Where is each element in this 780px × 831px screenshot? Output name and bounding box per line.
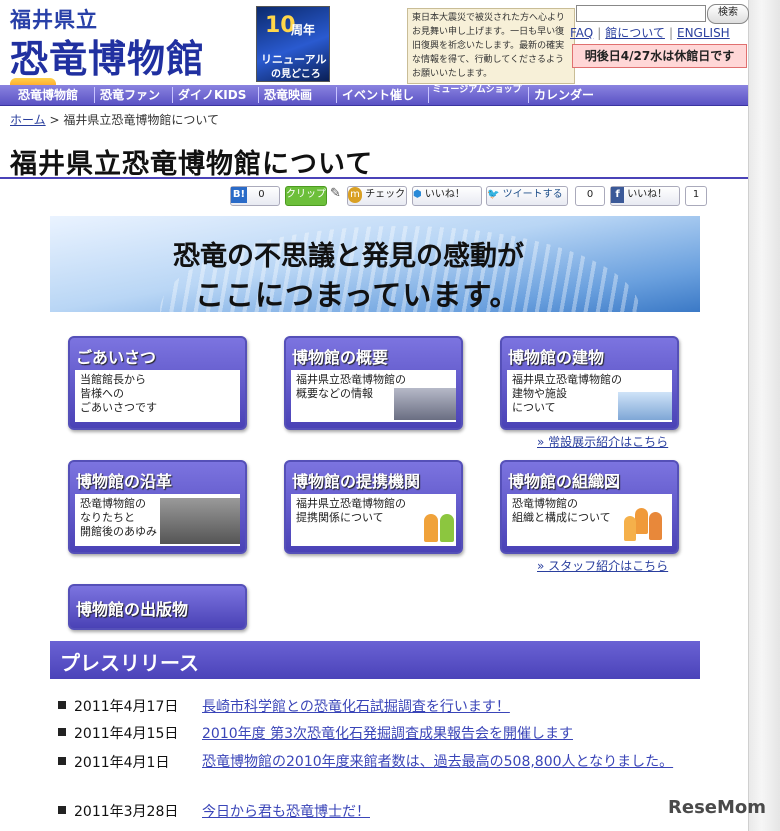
main-nav: 恐竜博物館 恐竜ファン ダイノKIDS 恐竜映画 イベント催し ミュージアムショ… [0,85,748,106]
staff-icon-3 [624,516,636,541]
breadcrumb: ホーム > 福井県立恐竜博物館について [10,113,220,127]
staff-icon-2 [649,512,662,540]
like-hex-icon: ⬢ [413,189,422,200]
press-link[interactable]: 2010年度 第3次恐竜化石発掘調査成果報告会を開催します [202,723,573,743]
tile-history[interactable]: 博物館の沿革 恐竜博物館の なりたちと 開館後のあゆみ [68,460,247,554]
tile-partners[interactable]: 博物館の提携機関 福井県立恐竜博物館の 提携関係について [284,460,463,554]
search-input[interactable] [576,5,706,22]
nav-movie[interactable]: 恐竜映画 [264,86,312,103]
hero-banner: 恐竜の不思議と発見の感動が ここにつまっています。 [50,216,700,312]
nav-events[interactable]: イベント催し [342,86,414,103]
building-image [618,392,672,420]
facebook-icon: f [611,187,624,203]
hatena-icon: B! [231,187,247,203]
top-links: FAQ | 館について | ENGLISH [570,26,730,40]
press-link[interactable]: 今日から君も恐竜博士だ！ [202,801,370,821]
tweet-count: 0 [575,186,605,206]
breadcrumb-current: 福井県立恐竜博物館について [63,113,220,127]
english-link[interactable]: ENGLISH [677,26,730,40]
tweet-button[interactable]: 🐦 ツイートする [486,186,568,206]
staff-icon-1 [635,508,648,534]
closed-day-notice[interactable]: 明後日4/27水は休館日です [572,44,747,68]
exhibit-intro-link[interactable]: » 常設展示紹介はこちら [537,433,668,450]
press-link[interactable]: 長崎市科学館との恐竜化石試掘調査を行います！ [202,696,510,716]
museum-sign-image [160,498,240,544]
faq-link[interactable]: FAQ [570,26,593,40]
tile-organization[interactable]: 博物館の組織図 恐竜博物館の 組織と構成について [500,460,679,554]
title-divider [0,177,748,179]
banner-line1: 恐竜の不思議と発見の感動が [173,241,524,272]
hatena-count: 0 [258,189,265,200]
bullet-icon [58,757,66,765]
person-green-icon [440,514,454,542]
tile-publications[interactable]: 博物館の出版物 [68,584,247,630]
exhibit-hall-image [394,388,456,420]
twitter-bird-icon: 🐦 [487,189,500,200]
person-orange-icon [424,514,438,542]
banner-line2: ここにつまっています。 [195,278,520,312]
logo-museum-name[interactable]: 恐竜博物館 [10,28,205,83]
nav-museum[interactable]: 恐竜博物館 [18,86,78,103]
hatena-bookmark-button[interactable]: B! 0 [230,186,280,206]
anniversary-suffix: 周年 [291,23,316,37]
facebook-like-button[interactable]: f いいね！ [610,186,680,206]
staff-intro-link[interactable]: » スタッフ紹介はこちら [537,557,668,574]
bullet-icon [58,728,66,736]
bullet-icon [58,806,66,814]
nav-fan[interactable]: 恐竜ファン [100,86,160,103]
nav-shop[interactable]: ミュージアムショップ [432,86,522,95]
anniversary-highlights: の見どころ [271,69,321,80]
mixi-check-button[interactable]: m チェック [347,186,407,206]
bullet-icon [58,701,66,709]
page-scrollbar[interactable] [748,0,780,831]
tile-greeting[interactable]: ごあいさつ 当館館長から 皆様への ごあいさつです [68,336,247,430]
anniversary-banner[interactable]: 10 周年 リニューアル の見どころ [256,6,330,82]
tile-building[interactable]: 博物館の建物 福井県立恐竜博物館の 建物や施設 について [500,336,679,430]
nav-kids[interactable]: ダイノKIDS [178,86,246,103]
evernote-icon[interactable]: ✎ [330,186,342,204]
google-like-button[interactable]: ⬢ いいね！ [412,186,482,206]
breadcrumb-home[interactable]: ホーム [10,113,46,127]
facebook-count: 1 [685,186,707,206]
resemom-watermark: ReseMom [668,797,767,818]
press-link[interactable]: 恐竜博物館の2010年度来館者数は、過去最高の508,800人となりました。 [202,752,702,773]
press-release-heading: プレスリリース [50,641,700,679]
nav-calendar[interactable]: カレンダー [534,86,594,103]
mixi-icon: m [348,187,362,203]
page-title: 福井県立恐竜博物館について [10,149,374,180]
search-button[interactable]: 検索 [707,4,749,24]
earthquake-notice: 東日本大震災で被災された方へ心よりお見舞い申し上げます。一日も早い復旧復興を祈念… [407,8,575,84]
tile-overview[interactable]: 博物館の概要 福井県立恐竜博物館の 概要などの情報 [284,336,463,430]
about-link[interactable]: 館について [605,26,665,40]
clip-button[interactable]: クリップ [285,186,327,206]
